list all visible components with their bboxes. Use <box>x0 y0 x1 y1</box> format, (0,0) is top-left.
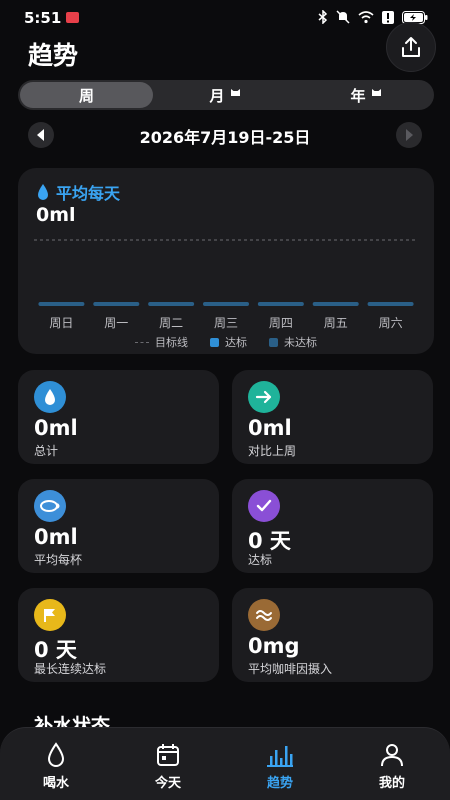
legend-achieved: 达标 <box>210 334 247 350</box>
stat-label: 平均每杯 <box>34 553 83 567</box>
next-week-button[interactable] <box>396 122 422 148</box>
x-tick-label: 周六 <box>379 316 403 330</box>
tab-week[interactable]: 周 <box>20 82 153 108</box>
bar-6[interactable] <box>367 302 414 306</box>
person-icon <box>381 744 403 767</box>
tab-drink[interactable]: 喝水 <box>0 728 112 800</box>
chart-average-value: 0ml <box>36 204 76 226</box>
tab-today-label: 今天 <box>154 776 181 791</box>
bar-chart-icon <box>267 746 293 767</box>
week-navigation: 2026年7月19日-25日 <box>0 120 450 148</box>
tab-week-label: 周 <box>78 86 94 105</box>
tab-year-label: 年 <box>350 86 366 105</box>
share-button[interactable] <box>386 22 436 72</box>
water-drop-icon <box>47 742 65 767</box>
bottom-tab-bar: 喝水 今天 趋势 我的 <box>0 727 450 800</box>
flag-icon <box>34 599 66 631</box>
stat-card-longest-streak[interactable]: 0 天 最长连续达标 <box>18 588 219 682</box>
bar-0[interactable] <box>38 302 85 306</box>
stat-label: 平均咖啡因摄入 <box>248 662 333 676</box>
water-drop-icon <box>34 381 66 413</box>
legend-not-achieved-label: 未达标 <box>284 336 317 349</box>
premium-cat-icon <box>230 88 240 96</box>
stat-card-vs-last-week[interactable]: 0ml 对比上周 <box>232 370 433 464</box>
premium-cat-icon <box>371 88 381 96</box>
tab-drink-label: 喝水 <box>42 776 69 791</box>
chart-heading: 平均每天 <box>36 180 120 204</box>
x-tick-label: 周五 <box>324 316 348 330</box>
calendar-icon <box>157 744 179 766</box>
mute-icon <box>336 10 350 24</box>
tab-month[interactable]: 月 <box>158 82 291 108</box>
stat-card-achieved-days[interactable]: 0 天 达标 <box>232 479 433 573</box>
status-bar: 5:51 <box>0 0 450 34</box>
chart-legend: 目标线 达标 未达标 <box>18 334 434 350</box>
tab-me-label: 我的 <box>378 776 405 791</box>
stat-value: 0mg <box>248 634 300 658</box>
x-tick-label: 周三 <box>214 316 238 330</box>
tab-me[interactable]: 我的 <box>336 728 448 800</box>
x-tick-label: 周二 <box>159 316 183 330</box>
x-tick-label: 周四 <box>269 316 293 330</box>
stat-label: 对比上周 <box>248 444 297 458</box>
week-range: 2026年7月19日-25日 <box>139 128 311 147</box>
x-tick-label: 周一 <box>104 316 128 330</box>
legend-not-achieved: 未达标 <box>269 334 317 350</box>
bar-3[interactable] <box>203 302 249 306</box>
tab-today[interactable]: 今天 <box>112 728 224 800</box>
bluetooth-icon <box>318 10 328 24</box>
stat-card-average-per-cup[interactable]: 0ml 平均每杯 <box>18 479 219 573</box>
bar-1[interactable] <box>93 302 140 306</box>
legend-goal-line: 目标线 <box>135 334 188 350</box>
app-notification-icon <box>66 12 79 23</box>
page-title: 趋势 <box>28 41 79 70</box>
cup-icon <box>34 490 66 522</box>
not-achieved-swatch <box>269 337 278 347</box>
tab-trends[interactable]: 趋势 <box>224 728 336 800</box>
x-tick-label: 周日 <box>49 316 73 330</box>
stat-card-total[interactable]: 0ml 总计 <box>18 370 219 464</box>
stat-card-caffeine[interactable]: 0mg 平均咖啡因摄入 <box>232 588 433 682</box>
checkmark-icon <box>248 490 280 522</box>
share-icon <box>402 37 420 57</box>
achieved-swatch <box>210 337 219 347</box>
stat-value: 0ml <box>34 416 78 440</box>
coffee-icon <box>248 599 280 631</box>
weekly-bar-chart: 周日 周一 周二 周三 周四 周五 周六 <box>34 239 418 330</box>
legend-goal-line-label: 目标线 <box>155 336 188 349</box>
tab-month-label: 月 <box>209 86 225 105</box>
period-selector: 周 月 年 <box>18 80 434 110</box>
legend-achieved-label: 达标 <box>225 336 247 349</box>
tab-trends-label: 趋势 <box>266 776 293 791</box>
status-time: 5:51 <box>24 9 62 27</box>
goal-line-swatch <box>135 341 149 343</box>
chevron-right-icon <box>406 129 413 141</box>
bar-5[interactable] <box>312 302 359 306</box>
stat-value: 0ml <box>248 416 292 440</box>
wifi-icon <box>358 10 374 23</box>
tab-year[interactable]: 年 <box>299 82 432 108</box>
chart-heading-label: 平均每天 <box>56 184 121 203</box>
bar-2[interactable] <box>148 302 195 306</box>
water-drop-icon <box>38 184 48 200</box>
stat-label: 达标 <box>248 553 273 567</box>
stat-value: 0ml <box>34 525 78 549</box>
daily-average-chart-card: 平均每天 0ml 周日 周一 周二 周三 周四 周五 周六 目标线 达标 未达标 <box>18 168 434 354</box>
stat-label: 总计 <box>34 444 59 458</box>
stat-label: 最长连续达标 <box>34 662 107 676</box>
alert-icon <box>382 10 394 24</box>
arrow-right-icon <box>248 381 280 413</box>
bar-4[interactable] <box>257 302 304 306</box>
